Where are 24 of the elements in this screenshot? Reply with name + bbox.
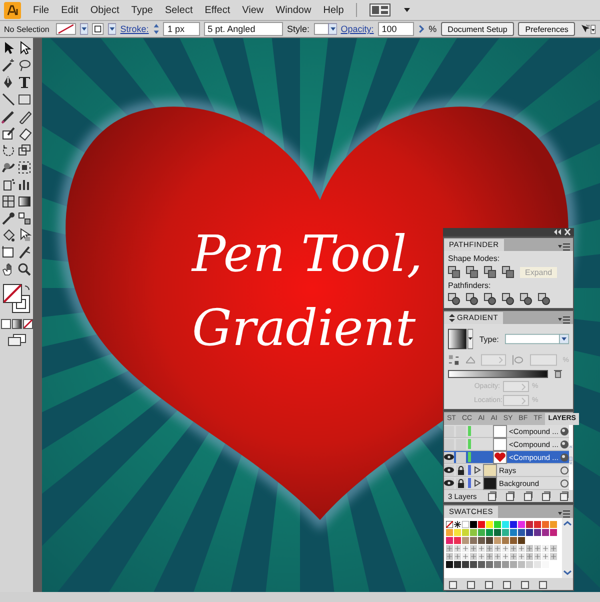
brush-field[interactable]: 5 pt. Angled <box>204 22 284 36</box>
menu-item[interactable]: Effect <box>204 4 230 16</box>
menu-item[interactable]: Object <box>90 4 120 16</box>
stroke-weight-field[interactable]: 1 px <box>163 22 200 36</box>
stroke-link[interactable]: Stroke: <box>120 24 149 34</box>
artwork-text: Pen Tool, <box>192 224 423 284</box>
section-label: Pathfinders: <box>448 281 492 290</box>
section-label: Shape Modes: <box>448 254 501 263</box>
opacity-link[interactable]: Opacity: <box>340 24 374 34</box>
style-label: Style: <box>287 24 310 34</box>
menu-item[interactable]: Select <box>164 4 193 16</box>
menu-item[interactable]: View <box>242 4 264 16</box>
menu-item[interactable]: File <box>33 4 50 16</box>
toolbar-button[interactable]: Document Setup <box>440 22 514 36</box>
percent-label: % <box>428 24 437 34</box>
menu-item[interactable]: Help <box>323 4 344 16</box>
selection-label: No Selection <box>4 24 50 34</box>
toolbar-button[interactable]: Preferences <box>518 22 576 36</box>
artwork-text: Gradient <box>192 298 417 358</box>
menu-item[interactable]: Type <box>131 4 153 16</box>
opacity-field[interactable]: 100 <box>378 22 414 36</box>
menu-item[interactable]: Edit <box>61 4 78 16</box>
menu-item[interactable]: Window <box>276 4 312 16</box>
type-label: Type: <box>479 334 499 344</box>
